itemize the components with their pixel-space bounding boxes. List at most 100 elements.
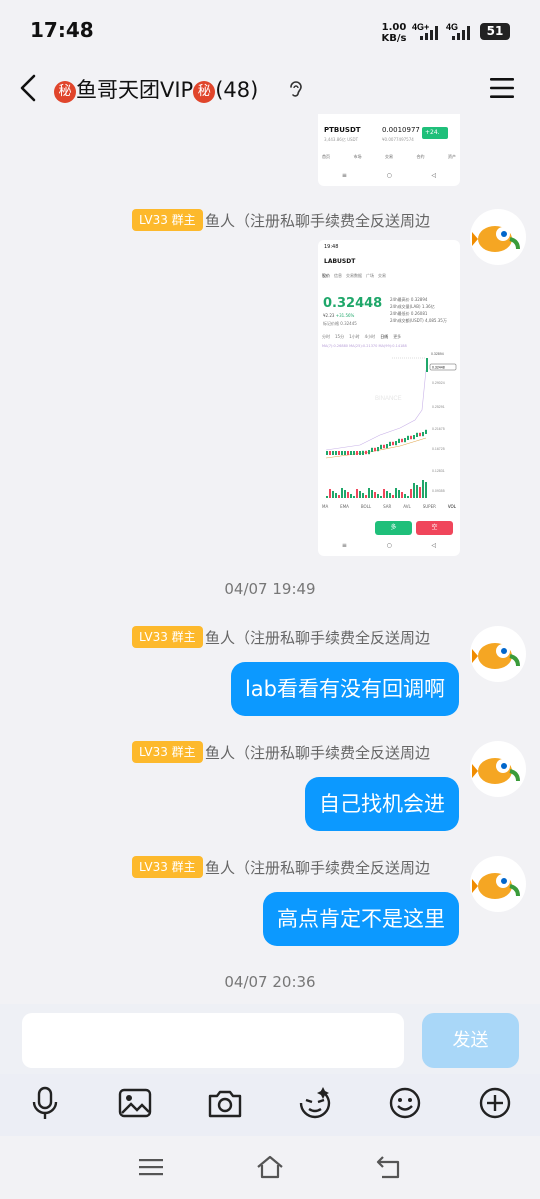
shot2-ma-text: MA(7):0.26880 MA(25):0.21370 MA(99):0.14… bbox=[322, 344, 407, 348]
image-icon[interactable] bbox=[115, 1083, 155, 1123]
fish-avatar-icon bbox=[472, 643, 520, 669]
volume-bar bbox=[374, 492, 376, 498]
microphone-icon[interactable] bbox=[25, 1083, 65, 1123]
candle bbox=[389, 441, 391, 446]
member-count: (48) bbox=[215, 78, 259, 102]
shot1-symbol: PTBUSDT bbox=[324, 126, 361, 134]
sender-name[interactable]: 鱼人（注册私聊手续费全反送周边 bbox=[205, 210, 430, 231]
volume-bar bbox=[341, 488, 343, 498]
send-button[interactable]: 发送 bbox=[422, 1013, 519, 1068]
shot2-buy-button: 多 bbox=[375, 521, 412, 535]
candle bbox=[383, 444, 385, 449]
shot2-cny-change: ¥2.23 +31.56% bbox=[323, 313, 355, 318]
volume-bar bbox=[353, 496, 355, 498]
volume-bar bbox=[380, 496, 382, 498]
back-icon[interactable] bbox=[374, 1152, 404, 1182]
candle bbox=[410, 435, 412, 440]
candle bbox=[344, 451, 346, 455]
volume-bar bbox=[371, 490, 373, 498]
shot2-time: 19:48 bbox=[324, 244, 339, 250]
shot2-tab: 广场 bbox=[366, 273, 374, 278]
volume-bar bbox=[338, 495, 340, 498]
nav-back-icon: ◁ bbox=[431, 172, 437, 179]
level-badge: LV33 群主 bbox=[132, 209, 203, 231]
sender-name[interactable]: 鱼人（注册私聊手续费全反送周边 bbox=[205, 742, 430, 763]
shot2-price: 0.32448 bbox=[323, 296, 383, 311]
signal2-label: 4G bbox=[446, 22, 458, 32]
shot1-tab: 交易 bbox=[385, 154, 393, 159]
message-input[interactable] bbox=[22, 1013, 404, 1068]
volume-bar bbox=[389, 493, 391, 498]
volume-bar bbox=[359, 491, 361, 498]
volume-bar bbox=[410, 489, 412, 498]
sender-name[interactable]: 鱼人（注册私聊手续费全反送周边 bbox=[205, 627, 430, 648]
ear-icon[interactable] bbox=[284, 78, 306, 100]
volume-bar bbox=[329, 489, 331, 498]
volume-bar bbox=[377, 494, 379, 498]
candle bbox=[404, 438, 406, 443]
candle bbox=[353, 451, 355, 455]
candle bbox=[419, 432, 421, 437]
candle bbox=[374, 447, 376, 452]
avatar[interactable] bbox=[470, 856, 526, 912]
shot2-tab: 交易 bbox=[378, 273, 386, 278]
menu-button[interactable] bbox=[486, 74, 518, 102]
menu-icon[interactable] bbox=[136, 1152, 166, 1182]
status-time: 17:48 bbox=[30, 18, 94, 42]
input-toolbar bbox=[0, 1074, 540, 1136]
camera-icon[interactable] bbox=[205, 1083, 245, 1123]
emoji-icon[interactable] bbox=[385, 1083, 425, 1123]
home-icon[interactable] bbox=[255, 1152, 285, 1182]
fish-avatar-icon bbox=[472, 226, 520, 252]
timestamp: 04/07 20:36 bbox=[224, 973, 316, 991]
shot2-symbol: LABUSDT bbox=[324, 258, 356, 265]
message-bubble[interactable]: lab看看有没有回调啊 bbox=[230, 662, 459, 716]
candle bbox=[401, 438, 403, 443]
candle bbox=[365, 450, 367, 455]
shot1-change: +24. bbox=[422, 127, 448, 139]
svg-text:0.09355: 0.09355 bbox=[432, 489, 445, 493]
volume-bar bbox=[332, 491, 334, 498]
shot1-price: 0.0010977 bbox=[382, 126, 420, 134]
avatar[interactable] bbox=[470, 741, 526, 797]
volume-bar bbox=[344, 490, 346, 498]
shot1-nav: ≡ ○ ◁ bbox=[322, 172, 456, 179]
message-bubble[interactable]: 自己找机会进 bbox=[305, 777, 459, 831]
sticker-icon[interactable] bbox=[295, 1083, 335, 1123]
svg-text:0.16725: 0.16725 bbox=[432, 447, 445, 451]
message-bubble[interactable]: 高点肯定不是这里 bbox=[263, 892, 459, 946]
back-button[interactable] bbox=[14, 70, 48, 106]
volume-bar bbox=[368, 488, 370, 498]
svg-text:0.29024: 0.29024 bbox=[432, 381, 445, 385]
level-badge: LV33 群主 bbox=[132, 626, 203, 648]
shot1-cny: ¥0.0077497574 bbox=[382, 137, 414, 142]
avatar[interactable] bbox=[470, 209, 526, 265]
volume-bar bbox=[347, 492, 349, 498]
battery-icon: 51 bbox=[480, 23, 510, 40]
group-title[interactable]: 秘鱼哥天团VIP 秘 (48) bbox=[54, 74, 258, 104]
volume-bar bbox=[356, 489, 358, 498]
shot1-tab: 首页 bbox=[322, 154, 330, 159]
volume-bar bbox=[335, 493, 337, 498]
volume-bar bbox=[413, 483, 415, 498]
timestamp: 04/07 19:49 bbox=[224, 580, 316, 598]
avatar[interactable] bbox=[470, 626, 526, 682]
candle bbox=[392, 441, 394, 446]
candle bbox=[416, 432, 418, 437]
shot1-tab: 市场 bbox=[353, 154, 362, 159]
secret-seal-icon: 秘 bbox=[54, 81, 76, 103]
shot2-indicators: MA EMA BOLL SAR AVL SUPER VOL bbox=[322, 504, 456, 509]
network-speed-unit: KB/s bbox=[381, 33, 407, 44]
shot2-tab: 交易数据 bbox=[346, 273, 362, 278]
shot2-nav: ≡ ○ ◁ bbox=[322, 542, 456, 549]
chat-image-2[interactable]: 19:48 LABUSDT 股价 信息 交易数据 广场 交易 0.32448 ¥2.23… bbox=[318, 240, 460, 556]
shot1-tabbar: 首页 市场 交易 合约 资产 bbox=[322, 154, 456, 160]
network-speed: 1.00 KB/s bbox=[380, 22, 408, 44]
shot2-mark-price: 标记价格 0.32445 bbox=[323, 321, 357, 326]
svg-text:0.25291: 0.25291 bbox=[432, 405, 445, 409]
svg-text:BINANCE: BINANCE bbox=[375, 396, 402, 402]
chat-image-1[interactable]: PTBUSDT 3,443.86亿 USDT 0.0010977 ¥0.0077… bbox=[318, 114, 460, 186]
plus-icon[interactable] bbox=[475, 1083, 515, 1123]
shot2-tab: 股价 bbox=[322, 273, 330, 278]
sender-name[interactable]: 鱼人（注册私聊手续费全反送周边 bbox=[205, 857, 430, 878]
